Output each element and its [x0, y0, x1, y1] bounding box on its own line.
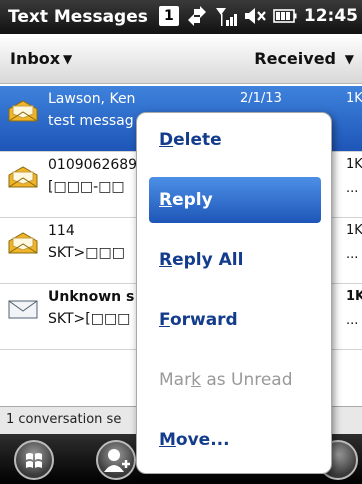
signal-strength-icon[interactable] — [215, 6, 237, 26]
message-sender: 0109062689 — [48, 157, 138, 173]
closed-envelope-icon — [8, 300, 38, 319]
message-size: 1K — [346, 157, 362, 172]
message-more: ... — [346, 313, 359, 328]
notification-badge[interactable]: 1 — [158, 6, 179, 26]
menu-item-mark-as-unread: Mark as Unread — [159, 370, 293, 390]
app-title: Text Messages — [8, 7, 148, 27]
open-envelope-icon — [8, 100, 38, 122]
menu-item-forward[interactable]: Forward — [149, 297, 321, 343]
message-size: 1K — [346, 289, 362, 304]
start-button[interactable] — [14, 440, 54, 480]
list-header: Inbox ▼ Received ▼ — [0, 34, 362, 84]
sort-dropdown[interactable]: Received — [254, 49, 336, 68]
message-date: 2/1/13 — [240, 91, 282, 106]
contacts-button[interactable] — [96, 440, 136, 480]
message-more: ... — [346, 181, 359, 196]
message-preview: test messag — [48, 113, 134, 129]
windows-flag-icon — [26, 453, 42, 468]
volume-muted-icon[interactable] — [244, 6, 266, 26]
message-preview: [□□□-□□ — [48, 179, 125, 195]
menu-item-move[interactable]: Move... — [149, 417, 321, 463]
connectivity-icon[interactable] — [186, 6, 208, 26]
message-more: ... — [346, 247, 359, 262]
folder-dropdown-arrow-icon[interactable]: ▼ — [63, 52, 72, 66]
message-size: 1K — [346, 91, 362, 106]
menu-item-reply-all[interactable]: Reply All — [149, 237, 321, 283]
message-sender: Unknown s — [48, 289, 135, 305]
open-envelope-icon — [8, 232, 38, 254]
folder-dropdown[interactable]: Inbox — [10, 49, 60, 68]
clock[interactable]: 12:45 — [304, 6, 358, 26]
context-menu: Delete Reply Reply All Forward Mark as U… — [136, 112, 332, 474]
message-preview: SKT>[□□□ — [48, 311, 131, 327]
message-size: 1K — [346, 223, 362, 238]
menu-item-delete[interactable]: Delete — [149, 117, 321, 163]
open-envelope-icon — [8, 166, 38, 188]
sort-dropdown-arrow-icon[interactable]: ▼ — [345, 52, 354, 66]
title-bar: Text Messages 1 12:45 — [0, 0, 362, 34]
message-preview: SKT>□□□ — [48, 245, 125, 261]
message-sender: Lawson, Ken — [48, 91, 136, 107]
message-sender: 114 — [48, 223, 75, 239]
battery-icon[interactable] — [273, 6, 297, 26]
system-tray: 1 12:45 — [158, 6, 358, 26]
contact-icon — [104, 449, 130, 472]
menu-item-reply[interactable]: Reply — [149, 177, 321, 223]
